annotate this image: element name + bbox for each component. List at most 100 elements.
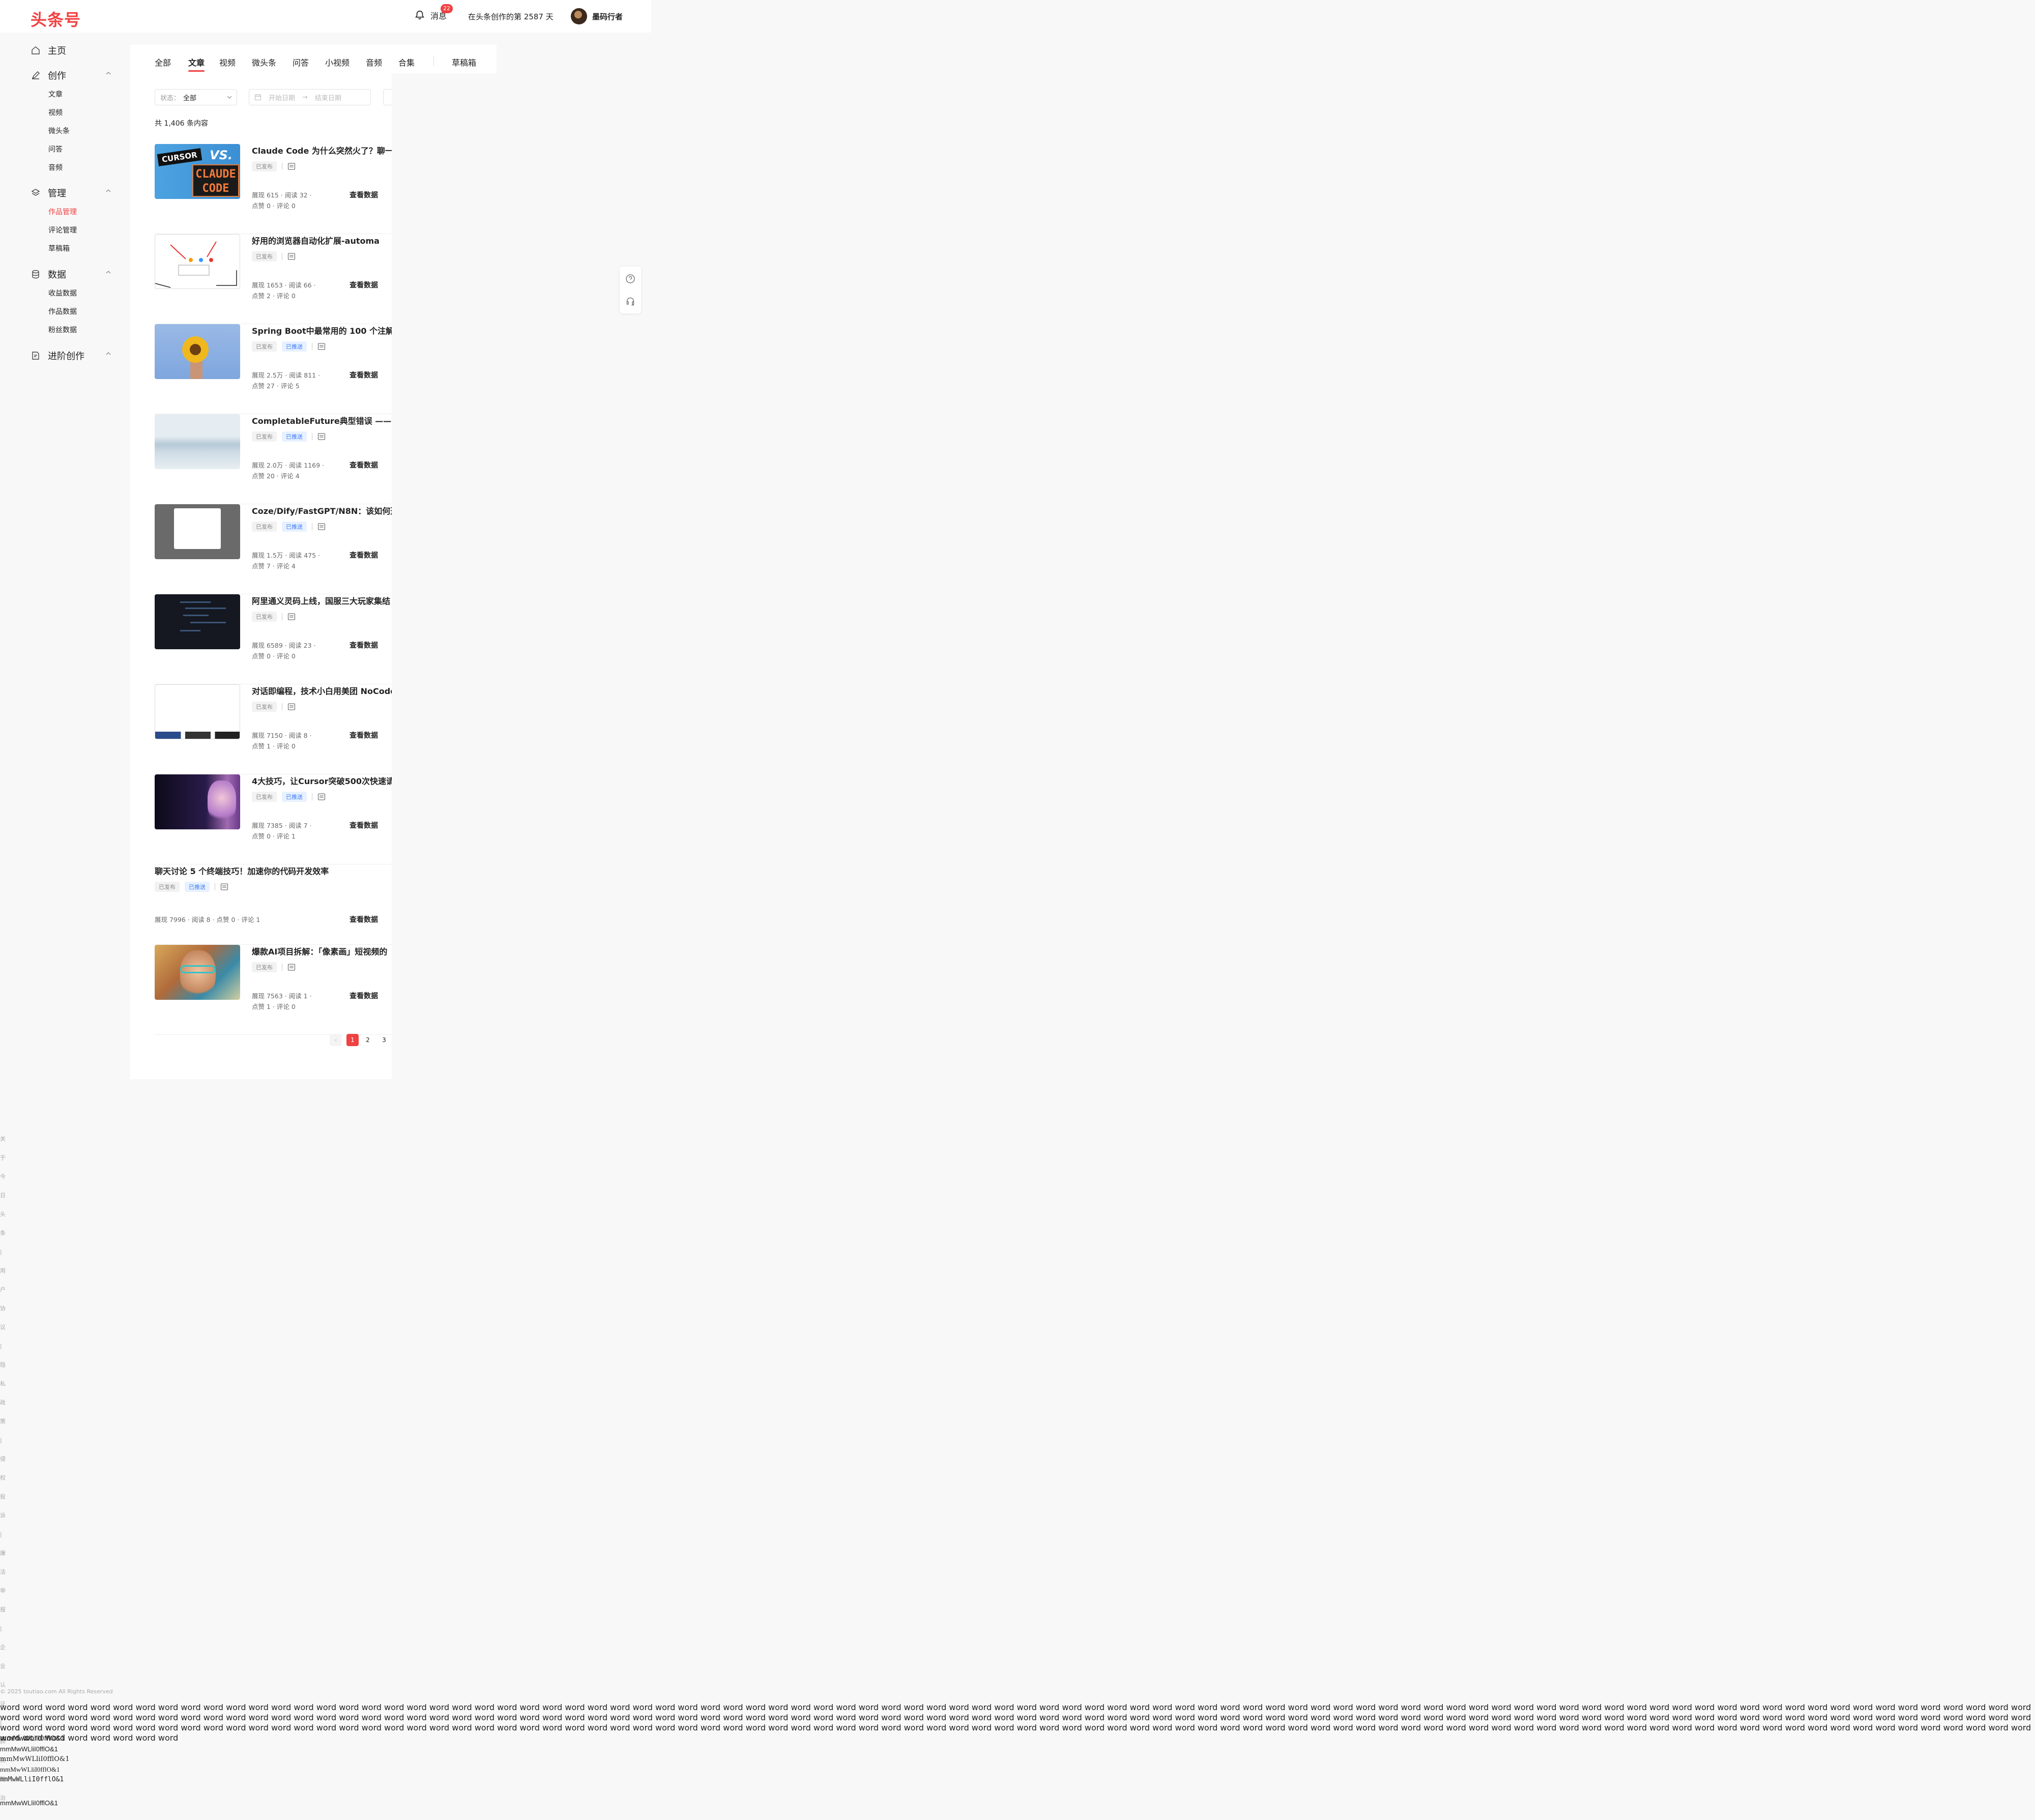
sidebar-item-create[interactable]: 创作 (31, 69, 112, 82)
sidebar-item-manage[interactable]: 管理 (31, 186, 112, 199)
footer-link-char[interactable]: 于 (0, 1148, 12, 1167)
sidebar-item-qa[interactable]: 问答 (48, 144, 63, 154)
headset-icon[interactable] (625, 296, 635, 306)
tab-short-video[interactable]: 小视频 (325, 56, 350, 68)
footer-link-char[interactable]: 洁 (0, 1563, 12, 1581)
list-item[interactable]: Spring Boot中最常用的 100 个注解 已发布 已推送 展现 2.5万… (155, 324, 392, 414)
footer-link-char[interactable]: 用 (0, 1261, 12, 1280)
view-data-link[interactable]: 查看数据 (350, 460, 378, 470)
view-data-link[interactable]: 查看数据 (350, 280, 378, 290)
date-range-picker[interactable]: 开始日期 → 结束日期 (249, 89, 371, 105)
footer-link-char[interactable]: 权 (0, 1468, 12, 1487)
article-thumbnail[interactable] (155, 414, 240, 469)
help-icon[interactable] (625, 274, 635, 284)
sidebar-item-article[interactable]: 文章 (48, 89, 63, 99)
footer-link-char[interactable]: 头 (0, 1205, 12, 1224)
list-item[interactable]: 好用的浏览器自动化扩展-automa 已发布 展现 1653 · 阅读 66 ·… (155, 234, 392, 324)
tab-article[interactable]: 文章 (188, 56, 205, 68)
article-thumbnail[interactable] (155, 504, 240, 559)
article-thumbnail[interactable] (155, 684, 240, 739)
sidebar-item-video[interactable]: 视频 (48, 107, 63, 118)
article-thumbnail[interactable] (155, 945, 240, 1000)
list-item[interactable]: CompletableFuture典型错误 —— 代码 已发布 已推送 展现 2… (155, 414, 392, 504)
sidebar-item-data[interactable]: 数据 (31, 268, 112, 281)
article-title[interactable]: 4大技巧，让Cursor突破500次快速请求 (252, 774, 392, 787)
sidebar-item-advanced[interactable]: 进阶创作 (31, 349, 112, 362)
footer-link-char[interactable]: 报 (0, 1600, 12, 1619)
page-button[interactable]: 2 (362, 1034, 374, 1046)
list-item[interactable]: 4大技巧，让Cursor突破500次快速请求 已发布 已推送 展现 7385 ·… (155, 774, 392, 864)
messages-button[interactable]: 消息 22 (414, 4, 453, 21)
sidebar-item-audio[interactable]: 音频 (48, 162, 63, 172)
article-title[interactable]: Spring Boot中最常用的 100 个注解 (252, 324, 392, 336)
toutiao-logo[interactable]: 头条号 (31, 7, 81, 31)
footer-link-char[interactable]: 举 (0, 1581, 12, 1600)
footer-link-char[interactable]: 投 (0, 1487, 12, 1506)
sidebar-item-drafts[interactable]: 草稿箱 (48, 243, 70, 253)
prev-page-button[interactable]: ‹ (330, 1034, 342, 1046)
footer-link-char[interactable]: 侵 (0, 1450, 12, 1468)
tab-micro-toutiao[interactable]: 微头条 (252, 56, 276, 68)
article-title[interactable]: 爆款AI项目拆解：「像素画」短视频的 (252, 945, 392, 957)
list-item[interactable]: 对话即编程，技术小白用美团 NoCode 已发布 展现 7150 · 阅读 8 … (155, 684, 392, 774)
footer-link-char[interactable]: 条 (0, 1224, 12, 1243)
view-data-link[interactable]: 查看数据 (350, 820, 378, 830)
view-data-link[interactable]: 查看数据 (350, 914, 378, 925)
tab-collection[interactable]: 合集 (398, 56, 415, 68)
article-title[interactable]: 聊天讨论 5 个终端技巧！加速你的代码开发效率 (155, 864, 392, 877)
tab-audio[interactable]: 音频 (366, 56, 382, 68)
user-menu[interactable]: 墨码行者 (571, 8, 623, 24)
article-thumbnail[interactable] (155, 234, 240, 289)
footer-link-char[interactable]: 诉 (0, 1506, 12, 1525)
search-input-partial[interactable] (383, 89, 392, 105)
footer-link-char[interactable]: 户 (0, 1280, 12, 1299)
footer-link-char[interactable]: 私 (0, 1374, 12, 1393)
list-item[interactable]: 爆款AI项目拆解：「像素画」短视频的 已发布 展现 7563 · 阅读 1 · 点… (155, 945, 392, 1035)
view-data-link[interactable]: 查看数据 (350, 370, 378, 380)
sidebar-item-works-manage[interactable]: 作品管理 (48, 207, 77, 217)
sidebar-item-works-data[interactable]: 作品数据 (48, 306, 77, 316)
article-title[interactable]: CompletableFuture典型错误 —— 代码 (252, 414, 392, 426)
article-title[interactable]: 对话即编程，技术小白用美团 NoCode (252, 684, 392, 697)
view-data-link[interactable]: 查看数据 (350, 640, 378, 650)
article-title[interactable]: 好用的浏览器自动化扩展-automa (252, 234, 392, 246)
article-thumbnail[interactable] (155, 594, 240, 649)
list-item[interactable]: 阿里通义灵码上线，国服三大玩家集结 已发布 展现 6589 · 阅读 23 · 点… (155, 594, 392, 684)
article-thumbnail[interactable] (155, 324, 240, 379)
footer-link-char[interactable]: 隐 (0, 1355, 12, 1374)
footer-link-char[interactable]: 关 (0, 1130, 12, 1148)
sidebar-item-home[interactable]: 主页 (31, 44, 112, 57)
article-title[interactable]: 阿里通义灵码上线，国服三大玩家集结 (252, 594, 392, 606)
page-button[interactable]: 3 (378, 1034, 390, 1046)
footer-link-char[interactable]: 业 (0, 1657, 12, 1675)
article-thumbnail[interactable] (155, 774, 240, 829)
footer-link-char[interactable]: 今 (0, 1167, 12, 1186)
footer-link-char[interactable]: 政 (0, 1393, 12, 1412)
list-item[interactable]: Coze/Dify/FastGPT/N8N：该如何选择 已发布 已推送 展现 1… (155, 504, 392, 594)
list-item[interactable]: CURSOR VS. CLAUDE CODE Claude Code 为什么突然… (155, 144, 392, 234)
tab-all[interactable]: 全部 (155, 56, 171, 68)
footer-link-char[interactable]: 协 (0, 1299, 12, 1318)
status-filter-select[interactable]: 状态： 全部 (155, 89, 237, 105)
article-title[interactable]: Claude Code 为什么突然火了？聊一下 (252, 144, 392, 156)
sidebar-item-micro-toutiao[interactable]: 微头条 (48, 126, 70, 136)
footer-link-char[interactable]: 日 (0, 1186, 12, 1205)
view-data-link[interactable]: 查看数据 (350, 190, 378, 200)
article-title[interactable]: Coze/Dify/FastGPT/N8N：该如何选择 (252, 504, 392, 516)
view-data-link[interactable]: 查看数据 (350, 550, 378, 560)
view-data-link[interactable]: 查看数据 (350, 730, 378, 740)
view-data-link[interactable]: 查看数据 (350, 991, 378, 1001)
footer-link-char[interactable]: 廉 (0, 1544, 12, 1563)
footer-link-char[interactable]: 企 (0, 1638, 12, 1657)
footer-link-char[interactable]: 策 (0, 1412, 12, 1431)
sidebar-item-fans-data[interactable]: 粉丝数据 (48, 325, 77, 335)
list-item[interactable]: 聊天讨论 5 个终端技巧！加速你的代码开发效率 已发布 已推送 展现 7996 … (155, 864, 392, 945)
tab-drafts[interactable]: 草稿箱 (452, 56, 476, 68)
footer-link-char[interactable]: 议 (0, 1318, 12, 1337)
tab-video[interactable]: 视频 (219, 56, 236, 68)
article-thumbnail[interactable]: CURSOR VS. CLAUDE CODE (155, 144, 240, 199)
sidebar-item-comments-manage[interactable]: 评论管理 (48, 225, 77, 235)
page-button-current[interactable]: 1 (346, 1034, 359, 1046)
sidebar-item-income-data[interactable]: 收益数据 (48, 288, 77, 298)
tab-qa[interactable]: 问答 (293, 56, 309, 68)
